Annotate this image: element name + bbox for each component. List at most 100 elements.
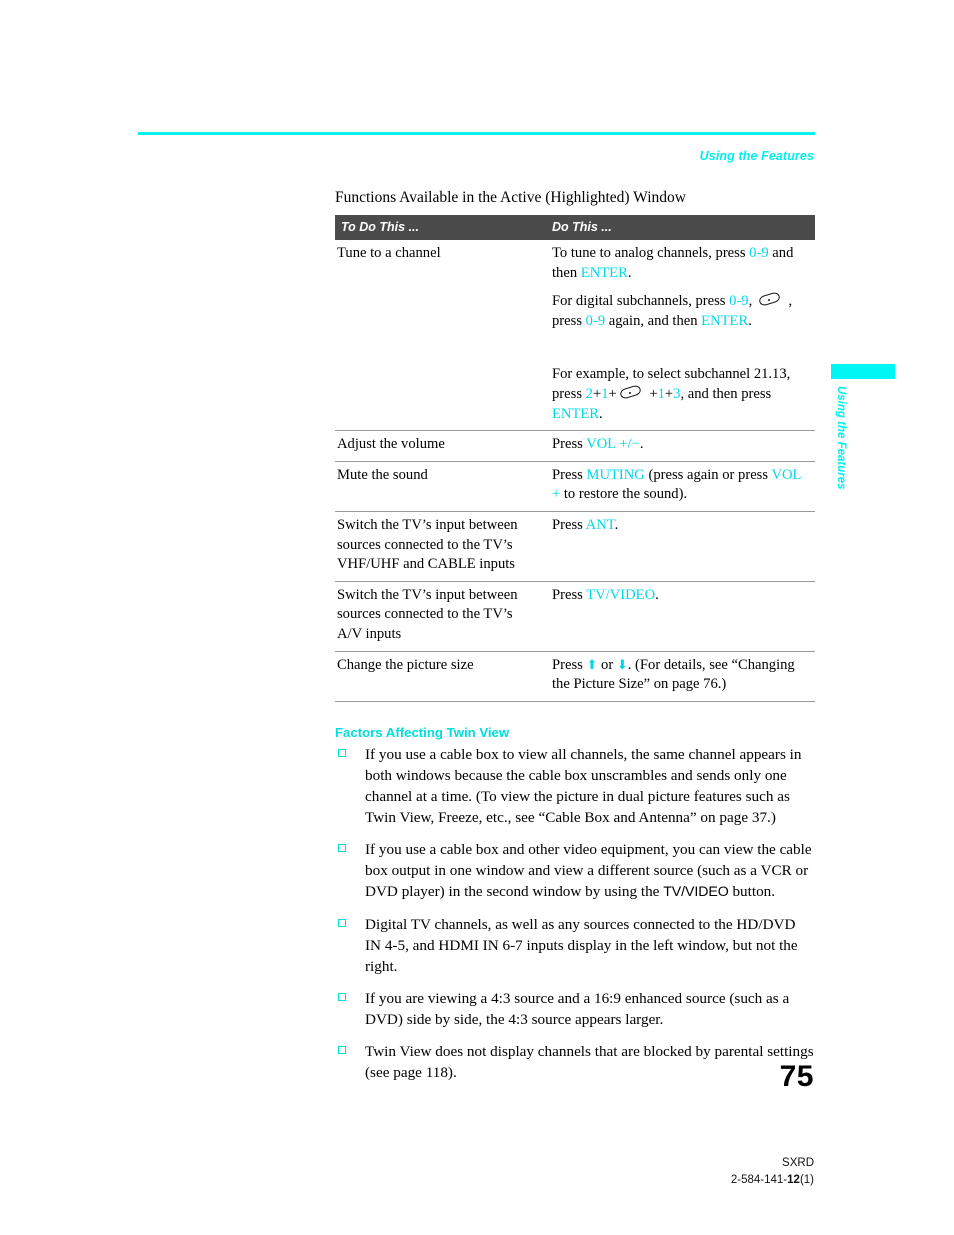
cell-do-this: Press ANT.	[544, 511, 815, 582]
text-run: .	[655, 586, 659, 603]
factors-bullet-list: If you use a cable box to view all chann…	[335, 744, 815, 1083]
page-number: 75	[779, 1060, 814, 1093]
dot-button-icon	[757, 291, 783, 308]
text-run: +	[592, 385, 602, 402]
text-run: to restore the sound).	[560, 486, 688, 503]
text-run: For digital subchannels, press	[552, 293, 730, 310]
instruction-paragraph: To tune to analog channels, press 0-9 an…	[552, 244, 811, 283]
text-run: Press	[552, 656, 587, 673]
cell-to-do-this: Tune to a channel	[335, 240, 544, 432]
table-row: Mute the sound Press MUTING (press again …	[335, 461, 815, 512]
colophon: SXRD 2-584-141-12(1)	[731, 1155, 814, 1189]
instruction-paragraph: Press ANT.	[552, 516, 811, 536]
text-run: If you use a cable box to view all chann…	[365, 745, 802, 826]
square-bullet-icon	[338, 1045, 346, 1054]
code-suffix: (1)	[799, 1174, 814, 1186]
side-tab-label: Using the Features	[835, 386, 847, 490]
list-item: If you are viewing a 4:3 source and a 16…	[335, 988, 815, 1030]
text-run: Digital TV channels, as well as any sour…	[365, 915, 798, 975]
remote-key-label: MUTING	[586, 466, 645, 483]
text-run: +	[664, 385, 674, 402]
text-run: (press again or press	[644, 466, 772, 483]
column-header-to-do-this: To Do This ...	[335, 215, 544, 240]
cell-do-this: To tune to analog channels, press 0-9 an…	[544, 240, 815, 432]
cell-do-this: Press MUTING (press again or press VOL +…	[544, 461, 815, 512]
square-bullet-icon	[338, 918, 346, 927]
text-run: +	[645, 385, 658, 402]
cell-to-do-this: Change the picture size	[335, 651, 544, 702]
model-name: SXRD	[782, 1157, 814, 1169]
list-item: If you use a cable box to view all chann…	[335, 744, 815, 828]
table-row: Switch the TV’s input between sources co…	[335, 581, 815, 652]
table-row: Tune to a channel To tune to analog chann…	[335, 240, 815, 432]
text-run: Press	[552, 436, 587, 453]
remote-key-label: 0-9	[749, 245, 769, 261]
text-run: +	[608, 385, 617, 402]
text-run: .	[627, 264, 632, 281]
text-run: , and then press	[680, 385, 772, 402]
text-run: or	[597, 656, 617, 673]
running-head: Using the Features	[699, 149, 814, 163]
functions-table: To Do This ... Do This ... Tune to a cha…	[335, 215, 815, 702]
arrow-down-icon: ⬇	[616, 656, 628, 672]
text-run: If you are viewing a 4:3 source and a 16…	[365, 989, 790, 1028]
instruction-paragraph: Press MUTING (press again or press VOL +…	[552, 466, 811, 505]
header-rule	[138, 132, 815, 135]
cell-do-this: Press TV/VIDEO.	[544, 581, 815, 652]
remote-key-label: ENTER	[701, 312, 749, 329]
section-heading: Factors Affecting Twin View	[335, 724, 510, 740]
page-content: Functions Available in the Active (Highl…	[335, 188, 815, 1094]
square-bullet-icon	[338, 843, 346, 852]
square-bullet-icon	[338, 992, 346, 1001]
remote-key-label: ENTER	[552, 405, 600, 422]
column-header-do-this: Do This ...	[544, 215, 815, 240]
remote-key-label: ENTER	[580, 264, 628, 281]
code-prefix: 2-584-141-	[730, 1174, 788, 1186]
text-run: .	[614, 516, 619, 533]
cell-to-do-this: Switch the TV’s input between sources co…	[335, 581, 544, 652]
remote-key-label: 1	[657, 385, 665, 402]
square-bullet-icon	[338, 748, 346, 757]
cell-to-do-this: Adjust the volume	[335, 430, 544, 462]
dot-button-icon	[618, 384, 644, 400]
text-run: Press	[552, 586, 587, 603]
cell-do-this: Press VOL +/−.	[544, 430, 815, 462]
remote-key-label: VOL +/−	[586, 436, 640, 453]
text-run: .	[599, 405, 603, 422]
code-bold: 12	[787, 1174, 800, 1186]
remote-key-label: 2	[585, 385, 593, 402]
text-run: .	[639, 436, 644, 453]
instruction-paragraph: Press TV/VIDEO.	[552, 586, 811, 606]
cell-to-do-this: Switch the TV’s input between sources co…	[335, 511, 544, 582]
remote-key-label: TV/VIDEO	[586, 586, 656, 603]
list-item: Twin View does not display channels that…	[335, 1041, 815, 1083]
instruction-paragraph: Press ⬆ or ⬇. (For details, see “Changin…	[552, 656, 811, 695]
cell-to-do-this: Mute the sound	[335, 461, 544, 512]
remote-key-label: ANT	[585, 516, 615, 533]
text-run: Press	[552, 516, 586, 533]
table-caption: Functions Available in the Active (Highl…	[335, 189, 686, 206]
table-header-row: To Do This ... Do This ...	[335, 215, 815, 240]
list-item: If you use a cable box and other video e…	[335, 839, 815, 903]
remote-key-label-black: TV/VIDEO	[663, 883, 729, 900]
text-run: Twin View does not display channels that…	[365, 1042, 814, 1081]
text-run: .	[748, 312, 752, 329]
table-row: Switch the TV’s input between sources co…	[335, 511, 815, 582]
instruction-paragraph: For digital subchannels, press 0-9, , pr…	[552, 291, 811, 331]
text-run: again, and then	[605, 312, 702, 329]
instruction-paragraph: Press VOL +/−.	[552, 435, 811, 455]
table-body: Tune to a channel To tune to analog chann…	[335, 240, 815, 702]
side-tab-bar	[831, 364, 895, 379]
cell-do-this: Press ⬆ or ⬇. (For details, see “Changin…	[544, 651, 815, 702]
text-run: Press	[552, 466, 587, 483]
instruction-paragraph: For example, to select subchannel 21.13,…	[552, 365, 811, 424]
side-tab: Using the Features	[831, 364, 895, 490]
list-item: Digital TV channels, as well as any sour…	[335, 914, 815, 977]
text-run: button.	[728, 882, 776, 900]
table-row: Change the picture size Press ⬆ or ⬇. (Fo…	[335, 651, 815, 702]
document-code: 2-584-141-12(1)	[731, 1174, 814, 1186]
remote-key-label: 0-9	[729, 293, 749, 310]
remote-key-label: 0-9	[585, 312, 606, 329]
arrow-up-icon: ⬆	[586, 656, 598, 672]
text-run: To tune to analog channels, press	[552, 245, 750, 261]
